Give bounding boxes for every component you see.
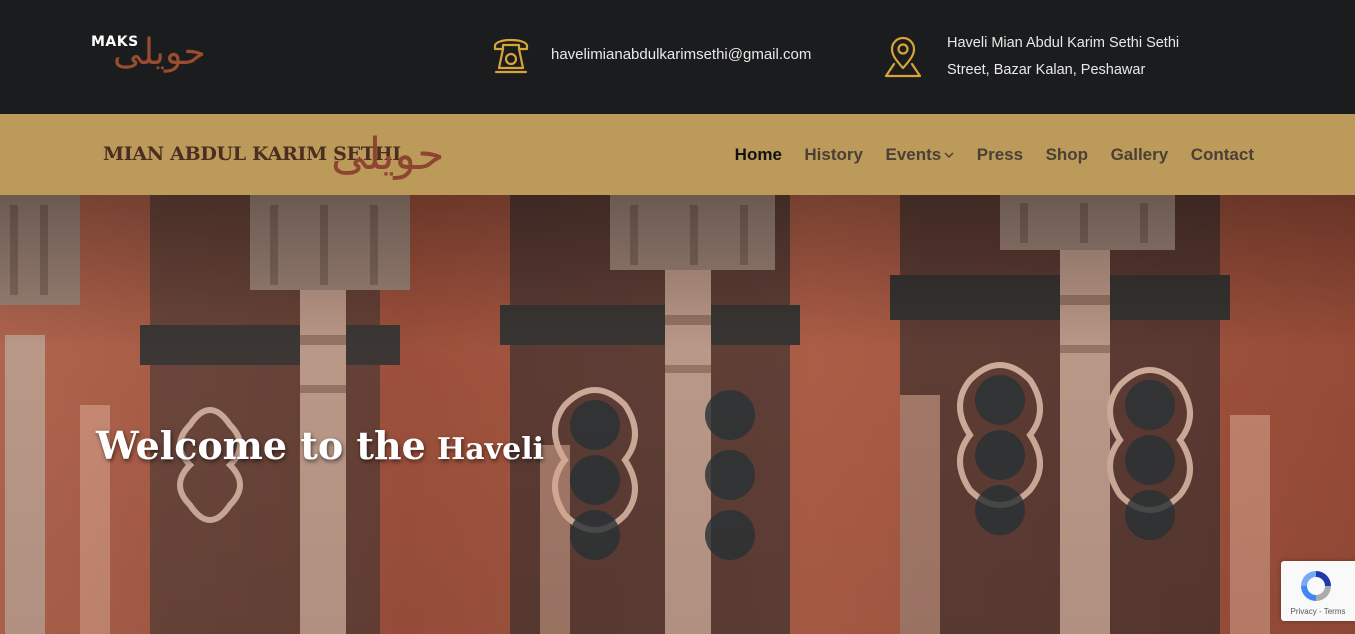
contact-address: Haveli Mian Abdul Karim Sethi Sethi Stre… xyxy=(882,30,1207,84)
nav-label: History xyxy=(804,144,863,164)
hero-background-image xyxy=(0,195,1355,634)
nav-home[interactable]: Home xyxy=(735,145,782,165)
nav-events[interactable]: Events xyxy=(885,145,954,165)
nav-press[interactable]: Press xyxy=(977,145,1023,165)
email-text: havelimianabdulkarimsethi@gmail.com xyxy=(551,45,812,63)
hero-section: Welcome to the Haveli xyxy=(0,195,1355,634)
main-navbar: MIAN ABDUL KARIM SETHI حویلی Home Histor… xyxy=(0,114,1355,195)
site-logo-small[interactable]: MAKS حویلی xyxy=(91,30,221,80)
chevron-down-icon xyxy=(944,151,954,158)
nav-shop[interactable]: Shop xyxy=(1046,145,1089,165)
nav-label: Events xyxy=(885,144,942,164)
nav-label: Home xyxy=(734,144,782,164)
hero-title-part1: Welcome to the xyxy=(96,423,426,468)
contact-email[interactable]: havelimianabdulkarimsethi@gmail.com xyxy=(490,32,811,76)
nav-label: Press xyxy=(976,144,1024,164)
nav-label: Gallery xyxy=(1110,144,1169,164)
site-logo[interactable]: MIAN ABDUL KARIM SETHI حویلی xyxy=(103,126,463,186)
recaptcha-icon xyxy=(1301,571,1331,601)
telephone-icon xyxy=(493,38,529,74)
nav-contact[interactable]: Contact xyxy=(1191,145,1254,165)
address-text: Haveli Mian Abdul Karim Sethi Sethi Stre… xyxy=(947,35,1180,78)
top-header-bar: MAKS حویلی havelimianabdulkarimsethi@gma… xyxy=(0,0,1355,114)
map-pin-icon xyxy=(884,36,922,78)
hero-title-part2: Haveli xyxy=(436,432,545,467)
hero-title: Welcome to the Haveli xyxy=(96,423,544,468)
recaptcha-footer-text: Privacy - Terms xyxy=(1290,607,1346,616)
logo-urdu-text: حویلی xyxy=(331,129,445,180)
logo-urdu-text: حویلی xyxy=(113,32,206,73)
nav-label: Contact xyxy=(1190,144,1254,164)
nav-history[interactable]: History xyxy=(804,145,863,165)
recaptcha-badge[interactable]: Privacy - Terms xyxy=(1281,561,1355,621)
nav-label: Shop xyxy=(1045,144,1089,164)
nav-gallery[interactable]: Gallery xyxy=(1111,145,1169,165)
main-menu: Home History Events Press Shop Gallery C… xyxy=(712,114,1254,195)
